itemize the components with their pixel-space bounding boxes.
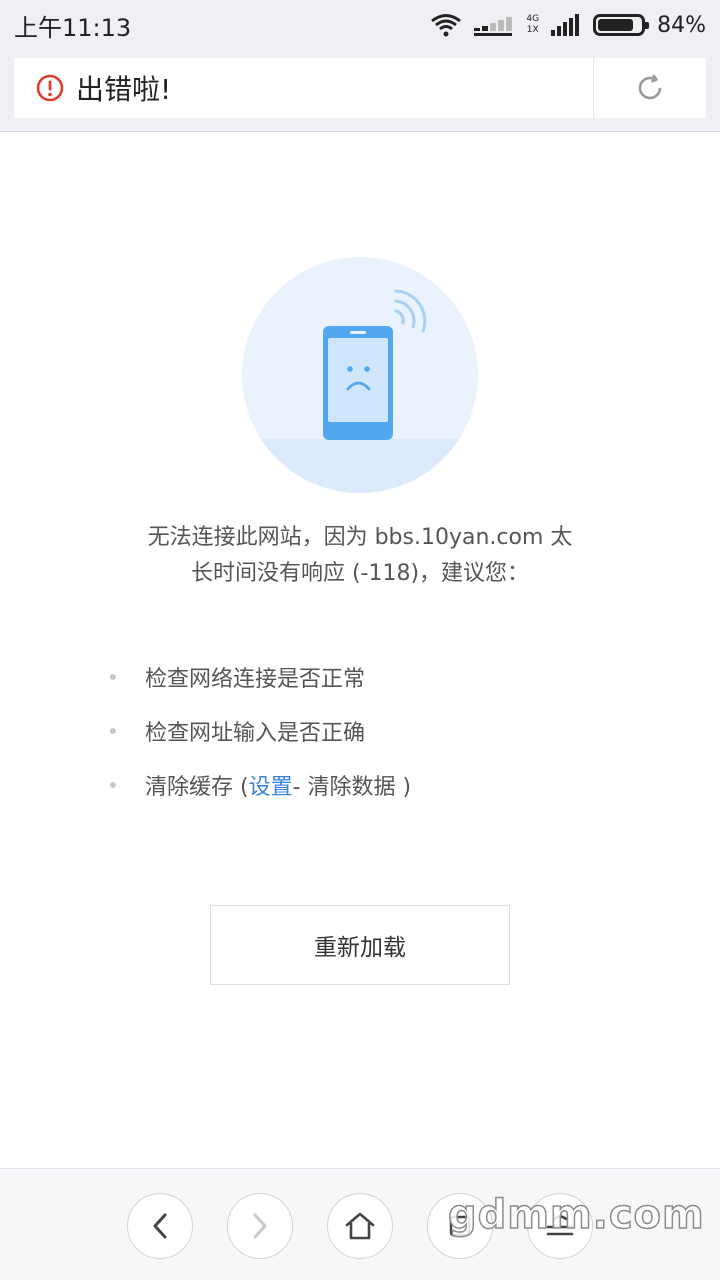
suggestion-text: 检查网址输入是否正确 bbox=[145, 721, 366, 746]
wifi-icon bbox=[431, 14, 462, 37]
error-message: 无法连接此网站，因为 bbs.10yan.com 太 长时间没有响应 (-118… bbox=[80, 520, 640, 592]
error-circle-icon bbox=[36, 74, 64, 102]
address-bar-container: 出错啦! bbox=[0, 50, 720, 132]
cell-signal-icon bbox=[551, 14, 580, 36]
status-icons: 4G 1X 84% bbox=[430, 13, 706, 38]
page-title: 出错啦! bbox=[76, 73, 172, 106]
battery-fill bbox=[598, 19, 634, 31]
status-bar: 上午11:13 4G 1X 84% bbox=[0, 0, 720, 50]
chevron-left-icon bbox=[153, 1213, 167, 1239]
home-icon bbox=[345, 1212, 375, 1240]
network-type-top: 4G bbox=[526, 14, 540, 24]
forward-button[interactable] bbox=[227, 1193, 293, 1259]
address-title-area[interactable]: 出错啦! bbox=[14, 58, 593, 118]
bullet-icon bbox=[110, 782, 116, 788]
signal-bars-icon bbox=[474, 17, 513, 36]
battery-percent: 84% bbox=[657, 12, 706, 38]
error-message-line2: 长时间没有响应 (-118)，建议您： bbox=[190, 561, 530, 586]
address-bar[interactable]: 出错啦! bbox=[14, 58, 706, 118]
suggestion-item: 清除缓存 ( 设置 - 清除数据 ) bbox=[110, 758, 630, 812]
suggestion-item: 检查网址输入是否正确 bbox=[110, 704, 630, 758]
suggestion-list: 检查网络连接是否正常 检查网址输入是否正确 清除缓存 ( 设置 - 清除数据 ) bbox=[110, 650, 630, 812]
suggestion-text-prefix: 清除缓存 ( bbox=[145, 775, 249, 800]
suggestion-item: 检查网络连接是否正常 bbox=[110, 650, 630, 704]
network-type-bottom: 1X bbox=[526, 25, 539, 35]
bullet-icon bbox=[110, 674, 116, 680]
reload-icon bbox=[638, 74, 662, 100]
network-type: 4G 1X bbox=[526, 14, 539, 36]
error-message-line1: 无法连接此网站，因为 bbs.10yan.com 太 bbox=[147, 525, 573, 550]
back-button[interactable] bbox=[127, 1193, 193, 1259]
reload-button[interactable]: 重新加载 bbox=[210, 905, 510, 985]
bullet-icon bbox=[110, 728, 116, 734]
battery-icon bbox=[593, 14, 650, 36]
suggestion-text: 检查网络连接是否正常 bbox=[145, 667, 366, 692]
settings-link[interactable]: 设置 bbox=[249, 769, 293, 801]
watermark: gdmm.com bbox=[447, 1191, 705, 1239]
chevron-right-icon bbox=[253, 1213, 267, 1239]
status-time: 上午11:13 bbox=[14, 13, 132, 42]
home-button[interactable] bbox=[327, 1193, 393, 1259]
suggestion-text-suffix: - 清除数据 ) bbox=[292, 775, 412, 800]
disconnected-phone-illustration bbox=[242, 257, 478, 493]
reload-page-button[interactable] bbox=[594, 58, 706, 118]
